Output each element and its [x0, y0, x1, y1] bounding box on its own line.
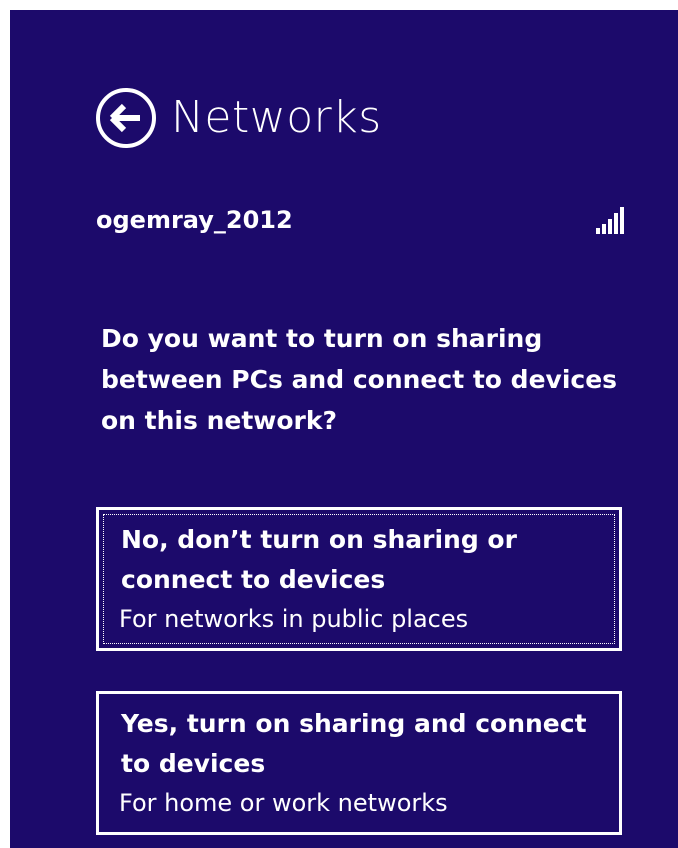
option-title: Yes, turn on sharing and connect to devi…: [121, 709, 587, 778]
sharing-question: Do you want to turn on sharing between P…: [101, 324, 618, 435]
back-button[interactable]: [95, 87, 157, 149]
no-sharing-option-button[interactable]: No, don’t turn on sharing or connect to …: [96, 507, 622, 651]
network-settings-panel: Networks ogemray_2012 Do you want to tur…: [10, 10, 678, 848]
page-title: Networks: [171, 92, 382, 143]
option-subtitle: For networks in public places: [119, 605, 469, 633]
option-title: No, don’t turn on sharing or connect to …: [121, 525, 517, 594]
header: Networks: [95, 82, 382, 154]
yes-sharing-option-button[interactable]: Yes, turn on sharing and connect to devi…: [96, 691, 622, 835]
wifi-signal-strength-icon: [596, 206, 624, 234]
option-subtitle: For home or work networks: [119, 789, 448, 817]
back-arrow-circle-icon: [96, 88, 156, 148]
network-name: ogemray_2012: [96, 206, 293, 234]
network-row: ogemray_2012: [96, 200, 624, 240]
